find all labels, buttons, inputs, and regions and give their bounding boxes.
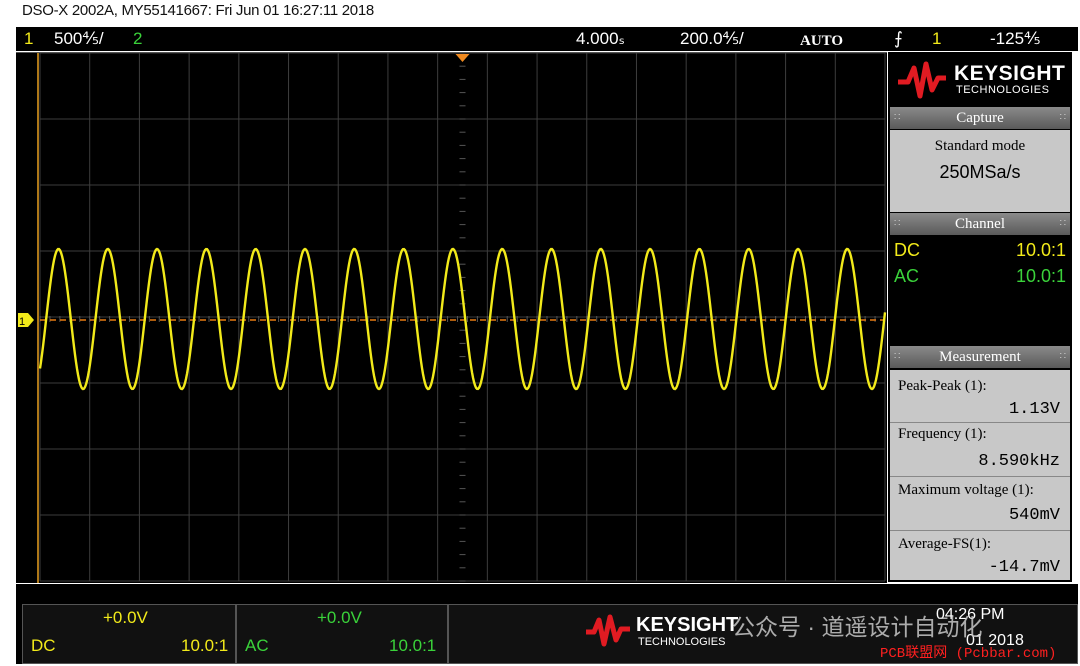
wechat-watermark: 公众号 · 道遥设计自动化 (732, 614, 983, 640)
brand-subtitle: TECHNOLOGIES (956, 84, 1050, 96)
measurement-value: 1.13V (1008, 400, 1060, 419)
capture-header[interactable]: ∷ Capture ∷ (890, 107, 1070, 129)
keysight-logo: KEYSIGHT TECHNOLOGIES (890, 54, 1070, 104)
divider (890, 422, 1070, 423)
drag-grip-icon: ∷ (894, 112, 901, 123)
capture-mode: Standard mode (934, 138, 1026, 154)
measurement-value: 540mV (1008, 506, 1060, 525)
ch2-offset: +0.0V (317, 608, 362, 627)
measurement-label: Frequency (1): (898, 426, 987, 442)
divider (890, 476, 1070, 477)
horizontal-delay[interactable]: 4.000ₛ (576, 29, 625, 49)
channel-1-probe: 10.0:1 (1015, 240, 1066, 260)
ch2-softkey[interactable]: +0.0V AC 10.0:1 (236, 604, 448, 664)
ch1-waveform-trace (38, 247, 887, 391)
status-bar: 1 500⅘/ 2 4.000ₛ 200.0⅘/ AUTO ⨍ 1 -125⅘ (16, 27, 1078, 51)
channel-row-1[interactable]: DC 10.0:1 (894, 240, 1066, 262)
channel-row-2[interactable]: AC 10.0:1 (894, 266, 1066, 288)
bottom-brand-name: KEYSIGHT (636, 614, 739, 636)
drag-grip-icon: ∷ (1059, 218, 1067, 229)
sample-rate: 250MSa/s (939, 162, 1021, 182)
waveform-display[interactable]: 1 (16, 52, 887, 583)
channel-2-coupling: AC (894, 266, 920, 286)
measurement-title: Measurement (939, 349, 1021, 365)
trigger-position-marker (455, 54, 470, 62)
measurement-header[interactable]: ∷ Measurement ∷ (890, 346, 1070, 368)
capture-box: Standard mode 250MSa/s (890, 130, 1070, 212)
ch1-coupling: DC (31, 636, 56, 655)
measurement-value: 8.590kHz (978, 452, 1060, 471)
channel-title: Channel (955, 216, 1005, 232)
trigger-source[interactable]: 1 (932, 29, 941, 49)
channel-header[interactable]: ∷ Channel ∷ (890, 213, 1070, 235)
keysight-wave-icon (586, 614, 630, 647)
ch2-coupling: AC (245, 636, 269, 655)
ch2-probe: 10.0:1 (389, 636, 437, 655)
site-watermark: PCB联盟网 (Pcbbar.com) (880, 646, 1057, 662)
side-panel: KEYSIGHT TECHNOLOGIES ∷ Capture ∷ Standa… (888, 52, 1072, 582)
channel-list: DC 10.0:1 AC 10.0:1 (890, 236, 1070, 346)
bottom-brand-subtitle: TECHNOLOGIES (638, 636, 726, 648)
keysight-wave-icon (898, 61, 946, 99)
channel-2-probe: 10.0:1 (1015, 266, 1066, 286)
ch1-scale[interactable]: 500⅘/ (54, 29, 104, 49)
channel-1-coupling: DC (894, 240, 920, 260)
trigger-mode-badge[interactable]: AUTO (800, 33, 843, 50)
window-title: DSO-X 2002A, MY55141667: Fri Jun 01 16:2… (22, 2, 374, 19)
waveform-graticule: 1 (18, 53, 887, 583)
ch1-softkey[interactable]: +0.0V DC 10.0:1 (22, 604, 236, 664)
ch1-number[interactable]: 1 (24, 29, 33, 49)
divider (890, 530, 1070, 531)
drag-grip-icon: ∷ (894, 218, 901, 229)
brand-name: KEYSIGHT (954, 62, 1066, 85)
measurement-label: Maximum voltage (1): (898, 482, 1034, 498)
timebase[interactable]: 200.0⅘/ (680, 29, 744, 49)
ch1-ground-label: 1 (19, 316, 25, 328)
drag-grip-icon: ∷ (1059, 112, 1067, 123)
capture-title: Capture (956, 110, 1004, 126)
trigger-level[interactable]: -125⅘ (990, 29, 1041, 49)
ch2-number[interactable]: 2 (133, 29, 142, 49)
ch1-offset: +0.0V (103, 608, 148, 627)
ch1-probe: 10.0:1 (181, 636, 229, 655)
measurement-list: Peak-Peak (1): 1.13V Frequency (1): 8.59… (890, 370, 1070, 580)
measurement-value: -14.7mV (988, 558, 1060, 577)
drag-grip-icon: ∷ (894, 351, 901, 362)
rising-edge-icon: ⨍ (894, 29, 903, 48)
measurement-label: Peak-Peak (1): (898, 378, 987, 394)
drag-grip-icon: ∷ (1059, 351, 1067, 362)
measurement-label: Average-FS(1): (898, 536, 992, 552)
